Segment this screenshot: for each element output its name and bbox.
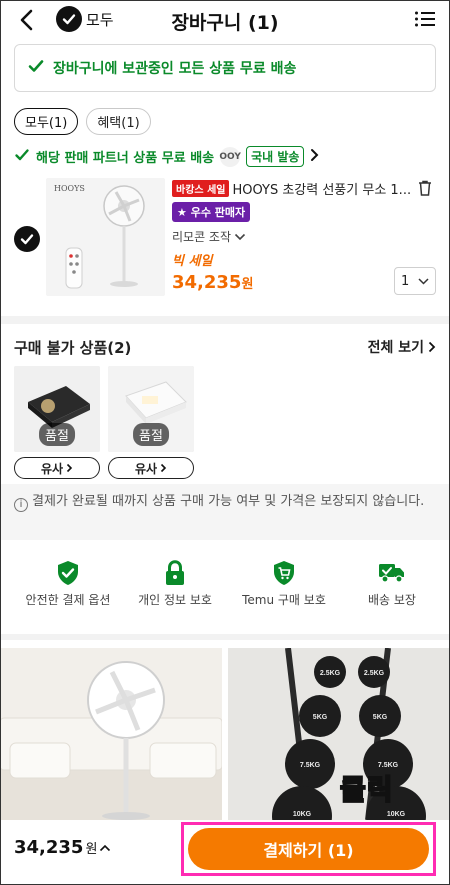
variant-selector[interactable]: 리모콘 조작 [172, 228, 434, 245]
chevron-right-icon [428, 341, 436, 353]
unavailable-item: 품절 유사 [108, 366, 194, 479]
chevron-down-icon [418, 277, 429, 285]
guarantee-item[interactable]: 개인 정보 보호 [119, 560, 231, 608]
quantity-value: 1 [401, 273, 410, 289]
chevron-down-icon [234, 233, 246, 240]
domestic-shipping-badge: 국내 발송 [246, 146, 305, 167]
guarantee-label: 배송 보장 [368, 593, 416, 607]
checkout-bar: 34,235 원 결제하기 (1) [0, 820, 450, 885]
free-shipping-banner: 장바구니에 보관중인 모든 상품 무료 배송 [14, 44, 436, 92]
cart-shield-icon [228, 560, 340, 586]
guarantee-label: 개인 정보 보호 [138, 593, 212, 607]
svg-text:2.5KG: 2.5KG [320, 670, 341, 677]
svg-text:5KG: 5KG [313, 714, 328, 721]
list-menu-icon[interactable] [414, 9, 436, 33]
page-title: 장바구니 (1) [171, 12, 279, 34]
price-value: 34,235 [172, 272, 242, 293]
total-currency: 원 [85, 842, 98, 857]
star-icon: ★ [177, 206, 187, 219]
total-value: 34,235 [14, 837, 84, 858]
similar-label: 유사 [134, 461, 158, 476]
product-image-brand: HOOYS [54, 184, 85, 193]
sale-badge: 바캉스 세일 [172, 180, 230, 197]
unavailable-item-image[interactable]: 품절 [14, 366, 100, 452]
svg-text:7.5KG: 7.5KG [300, 762, 321, 769]
partner-text: 해당 판매 파트너 상품 무료 배송 [36, 151, 215, 166]
guarantee-label: 안전한 결제 옵션 [25, 593, 111, 607]
chevron-up-icon [100, 844, 111, 851]
chevron-right-icon [66, 463, 73, 473]
recommendation-card[interactable] [0, 648, 222, 820]
trash-icon[interactable] [418, 180, 432, 200]
svg-text:10KG: 10KG [293, 811, 312, 818]
product-title-row: 바캉스 세일 HOOYS 초강력 선풍기 무소 1... [172, 178, 434, 198]
guarantee-item[interactable]: 배송 보장 [336, 560, 448, 608]
similar-label: 유사 [40, 461, 64, 476]
checkout-button[interactable]: 결제하기 (1) [188, 828, 429, 870]
fan-room-photo [0, 648, 222, 820]
unavailable-item-image[interactable]: 품절 [108, 366, 194, 452]
product-select-checkbox[interactable] [14, 226, 40, 252]
unavailable-item: 품절 유사 [14, 366, 100, 479]
soldout-badge: 품절 [39, 423, 75, 446]
svg-text:2.5KG: 2.5KG [364, 670, 385, 677]
product-name[interactable]: HOOYS 초강력 선풍기 무소 1... [232, 183, 411, 198]
guarantee-item[interactable]: Temu 구매 보호 [228, 560, 340, 608]
filter-tabs: 모두(1) 혜택(1) [14, 108, 151, 135]
chevron-right-icon [160, 463, 167, 473]
banner-text: 장바구니에 보관중인 모든 상품 무료 배송 [53, 61, 297, 77]
unavailable-title: 구매 불가 상품(2) [14, 339, 132, 357]
section-divider [0, 316, 450, 324]
big-sale-label: 빅 세일 [172, 254, 213, 269]
tab-benefits[interactable]: 혜택(1) [86, 108, 151, 135]
price-notice: i 결제가 완료될 때까지 상품 구매 가능 여부 및 가격은 보장되지 않습니다… [0, 484, 450, 540]
similar-button[interactable]: 유사 [14, 457, 100, 479]
lock-icon [119, 560, 231, 586]
chevron-right-icon [310, 147, 320, 166]
svg-text:10KG: 10KG [387, 811, 406, 818]
product-image[interactable]: HOOYS [46, 178, 165, 296]
dumbbell-rack-photo: 2.5KG 2.5KG 5KG 5KG 7.5KG 7.5KG 10KG 10KG [228, 648, 450, 820]
variant-label: 리모콘 조작 [172, 230, 232, 244]
info-icon: i [14, 498, 28, 512]
svg-text:5KG: 5KG [373, 714, 388, 721]
partner-logo: OOY [219, 146, 241, 167]
view-all-link[interactable]: 전체 보기 [368, 337, 436, 357]
soldout-badge: 품절 [133, 423, 169, 446]
check-icon [14, 147, 30, 167]
quantity-select[interactable]: 1 [394, 267, 436, 295]
truck-check-icon [336, 560, 448, 586]
total-price[interactable]: 34,235 원 [14, 837, 111, 858]
check-icon [14, 226, 40, 252]
click-annotation: 클릭 [339, 772, 394, 807]
header: 모두 장바구니 (1) [0, 0, 450, 40]
tab-all[interactable]: 모두(1) [14, 108, 79, 135]
top-seller-badge: ★ 우수 판매자 [172, 202, 251, 222]
notice-text: 결제가 완료될 때까지 상품 구매 가능 여부 및 가격은 보장되지 않습니다. [32, 494, 425, 509]
fan-illustration [65, 185, 145, 289]
guarantee-label: Temu 구매 보호 [242, 593, 326, 607]
top-seller-label: 우수 판매자 [190, 206, 246, 219]
guarantee-item[interactable]: 안전한 결제 옵션 [12, 560, 124, 608]
view-all-label: 전체 보기 [367, 340, 424, 356]
section-divider [0, 634, 450, 640]
similar-button[interactable]: 유사 [108, 457, 194, 479]
price-currency: 원 [241, 277, 254, 292]
partner-shipping-row[interactable]: 해당 판매 파트너 상품 무료 배송 OOY 국내 발송 [14, 146, 320, 167]
check-icon [27, 57, 45, 79]
shield-check-icon [12, 560, 124, 586]
recommendation-card[interactable]: 2.5KG 2.5KG 5KG 5KG 7.5KG 7.5KG 10KG 10KG [228, 648, 450, 820]
